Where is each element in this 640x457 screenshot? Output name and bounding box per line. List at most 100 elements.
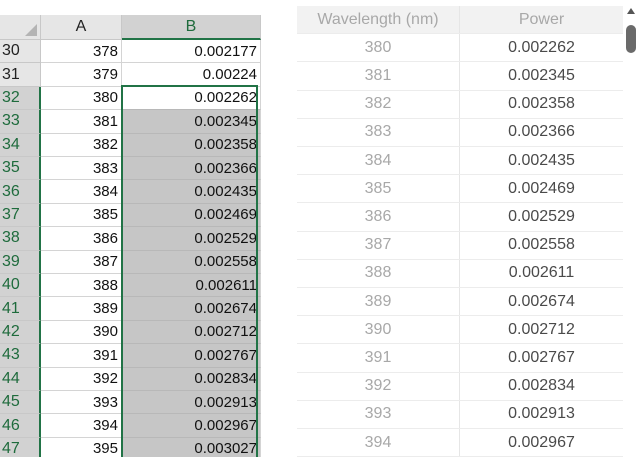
power-cell: 0.002712 — [508, 320, 575, 338]
column-header-b[interactable]: B — [122, 15, 261, 40]
table-row[interactable]: 386 0.002529 — [297, 203, 623, 232]
cell-b[interactable]: 0.002529 — [122, 227, 261, 251]
row-number[interactable]: 39 — [0, 250, 41, 274]
sheet-row: 42 390 0.002712 — [0, 320, 261, 345]
sheet-row: 38 386 0.002529 — [0, 227, 261, 251]
table-row[interactable]: 390 0.002712 — [297, 316, 623, 345]
cell-b[interactable]: 0.003027 — [122, 437, 261, 457]
cell-a[interactable]: 389 — [41, 297, 122, 321]
sheet-row: 47 395 0.003027 — [0, 437, 261, 457]
select-all-corner[interactable] — [0, 15, 41, 40]
table-row[interactable]: 393 0.002913 — [297, 400, 623, 429]
cell-a[interactable]: 380 — [41, 86, 122, 111]
cell-a[interactable]: 386 — [41, 227, 122, 251]
row-number[interactable]: 34 — [0, 133, 41, 157]
cell-a[interactable]: 391 — [41, 344, 122, 368]
table-row[interactable]: 380 0.002262 — [297, 34, 623, 63]
table-row[interactable]: 382 0.002358 — [297, 90, 623, 119]
cell-b[interactable]: 0.002611 — [122, 274, 261, 298]
spreadsheet: A B 30 378 0.002177 31 379 0.00224 32 380 0.0022… — [0, 0, 261, 457]
table-row[interactable]: 381 0.002345 — [297, 62, 623, 91]
table-row[interactable]: 387 0.002558 — [297, 231, 623, 260]
row-number[interactable]: 35 — [0, 157, 41, 181]
row-number[interactable]: 42 — [0, 320, 41, 345]
wavelength-cell: 383 — [297, 118, 460, 146]
sheet-row: 39 387 0.002558 — [0, 250, 261, 274]
row-number[interactable]: 30 — [0, 40, 41, 64]
table-row[interactable]: 389 0.002674 — [297, 288, 623, 317]
row-number[interactable]: 45 — [0, 391, 41, 415]
cell-b[interactable]: 0.002834 — [122, 367, 261, 391]
cell-a[interactable]: 395 — [41, 437, 122, 457]
power-cell: 0.002674 — [508, 292, 575, 310]
cell-a[interactable]: 382 — [41, 133, 122, 157]
cell-a[interactable]: 381 — [41, 110, 122, 134]
row-number[interactable]: 40 — [0, 274, 41, 298]
cell-a[interactable]: 387 — [41, 250, 122, 274]
cell-b[interactable]: 0.002674 — [122, 297, 261, 321]
wavelength-cell: 381 — [297, 62, 460, 90]
data-table: Wavelength (nm) Power 380 0.002262 381 0.00… — [297, 6, 623, 457]
table-row[interactable]: 394 0.002967 — [297, 429, 623, 457]
sheet-row: 31 379 0.00224 — [0, 63, 261, 87]
row-number[interactable]: 47 — [0, 437, 41, 457]
table-row[interactable]: 391 0.002767 — [297, 344, 623, 373]
cell-a[interactable]: 390 — [41, 320, 122, 345]
cell-b[interactable]: 0.002767 — [122, 344, 261, 368]
cell-b[interactable]: 0.002967 — [122, 414, 261, 438]
power-cell: 0.002469 — [508, 179, 575, 197]
cell-b[interactable]: 0.002558 — [122, 250, 261, 274]
sheet-row: 40 388 0.002611 — [0, 274, 261, 298]
cell-b[interactable]: 0.002435 — [122, 180, 261, 204]
cell-b[interactable]: 0.002177 — [122, 40, 261, 64]
cell-b[interactable]: 0.002712 — [122, 320, 261, 345]
wavelength-cell: 392 — [297, 372, 460, 400]
table-row[interactable]: 384 0.002435 — [297, 147, 623, 176]
row-number[interactable]: 36 — [0, 180, 41, 204]
column-header-a[interactable]: A — [41, 15, 122, 40]
wavelength-cell: 391 — [297, 344, 460, 372]
cell-b[interactable]: 0.002262 — [122, 86, 261, 111]
cell-b[interactable]: 0.002366 — [122, 157, 261, 181]
wavelength-cell: 393 — [297, 400, 460, 428]
header-wavelength[interactable]: Wavelength (nm) — [297, 6, 460, 34]
sheet-row: 41 389 0.002674 — [0, 297, 261, 321]
cell-a[interactable]: 384 — [41, 180, 122, 204]
cell-b[interactable]: 0.002358 — [122, 133, 261, 157]
table-row[interactable]: 392 0.002834 — [297, 372, 623, 401]
row-number[interactable]: 46 — [0, 414, 41, 438]
vertical-scrollbar[interactable] — [623, 6, 640, 457]
cell-a[interactable]: 393 — [41, 391, 122, 415]
cell-b[interactable]: 0.002913 — [122, 391, 261, 415]
select-all-triangle-icon — [25, 24, 37, 36]
cell-b[interactable]: 0.00224 — [122, 63, 261, 87]
cell-a[interactable]: 379 — [41, 63, 122, 87]
scroll-up-arrow-icon[interactable] — [627, 8, 635, 14]
cell-a[interactable]: 378 — [41, 40, 122, 64]
cell-b[interactable]: 0.002469 — [122, 203, 261, 228]
cell-a[interactable]: 392 — [41, 367, 122, 391]
table-row[interactable]: 385 0.002469 — [297, 175, 623, 204]
row-number[interactable]: 38 — [0, 227, 41, 251]
column-header-row: A B — [0, 15, 261, 40]
cell-b[interactable]: 0.002345 — [122, 110, 261, 134]
table-row[interactable]: 383 0.002366 — [297, 118, 623, 147]
wavelength-cell: 384 — [297, 147, 460, 175]
table-row[interactable]: 388 0.002611 — [297, 259, 623, 288]
wavelength-cell: 388 — [297, 259, 460, 287]
cell-a[interactable]: 388 — [41, 274, 122, 298]
row-number[interactable]: 37 — [0, 203, 41, 228]
row-number[interactable]: 33 — [0, 110, 41, 134]
sheet-row: 36 384 0.002435 — [0, 180, 261, 204]
row-number[interactable]: 32 — [0, 86, 41, 111]
scroll-thumb[interactable] — [626, 25, 636, 53]
cell-a[interactable]: 385 — [41, 203, 122, 228]
row-number[interactable]: 44 — [0, 367, 41, 391]
row-number[interactable]: 43 — [0, 344, 41, 368]
cell-a[interactable]: 394 — [41, 414, 122, 438]
row-number[interactable]: 41 — [0, 297, 41, 321]
cell-a[interactable]: 383 — [41, 157, 122, 181]
header-power[interactable]: Power — [460, 6, 623, 33]
row-number[interactable]: 31 — [0, 63, 41, 87]
power-cell: 0.002913 — [508, 405, 575, 423]
